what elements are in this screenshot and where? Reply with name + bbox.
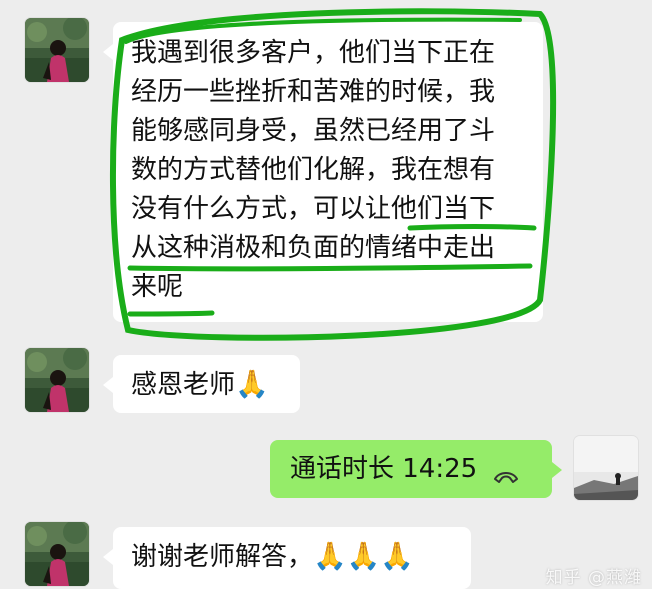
my-avatar[interactable]	[574, 436, 638, 500]
call-record-bubble[interactable]: 通话时长 14:25	[270, 440, 562, 498]
message-line: 来呢	[131, 272, 184, 302]
phone-hangup-icon	[493, 460, 519, 483]
watermark: 知乎 @燕潍	[545, 568, 642, 588]
message-text: 谢谢老师解答，	[131, 542, 314, 572]
message-line: 经历一些挫折和苦难的时候，我	[131, 77, 496, 107]
contact-avatar[interactable]	[25, 522, 89, 586]
praying-hands-icon: 🙏🙏🙏	[313, 541, 414, 572]
message-line: 能够感同身受，虽然已经用了斗	[131, 116, 496, 146]
message-text: 感恩老师	[131, 370, 236, 400]
call-duration-text: 通话时长 14:25	[290, 454, 478, 484]
message-bubble[interactable]: 感恩老师🙏	[103, 355, 300, 413]
message-line: 没有什么方式，可以让他们当下	[131, 194, 496, 224]
praying-hands-icon: 🙏	[235, 369, 269, 400]
message-line: 我遇到很多客户，他们当下正在	[131, 38, 496, 68]
contact-avatar[interactable]	[25, 18, 89, 82]
message-bubble[interactable]: 谢谢老师解答，🙏🙏🙏	[103, 527, 471, 589]
contact-avatar[interactable]	[25, 348, 89, 412]
message-bubble[interactable]: 我遇到很多客户，他们当下正在 经历一些挫折和苦难的时候，我 能够感同身受，虽然已…	[103, 22, 543, 322]
message-line: 从这种消极和负面的情绪中走出	[131, 233, 496, 263]
message-line: 数的方式替他们化解，我在想有	[131, 155, 496, 185]
